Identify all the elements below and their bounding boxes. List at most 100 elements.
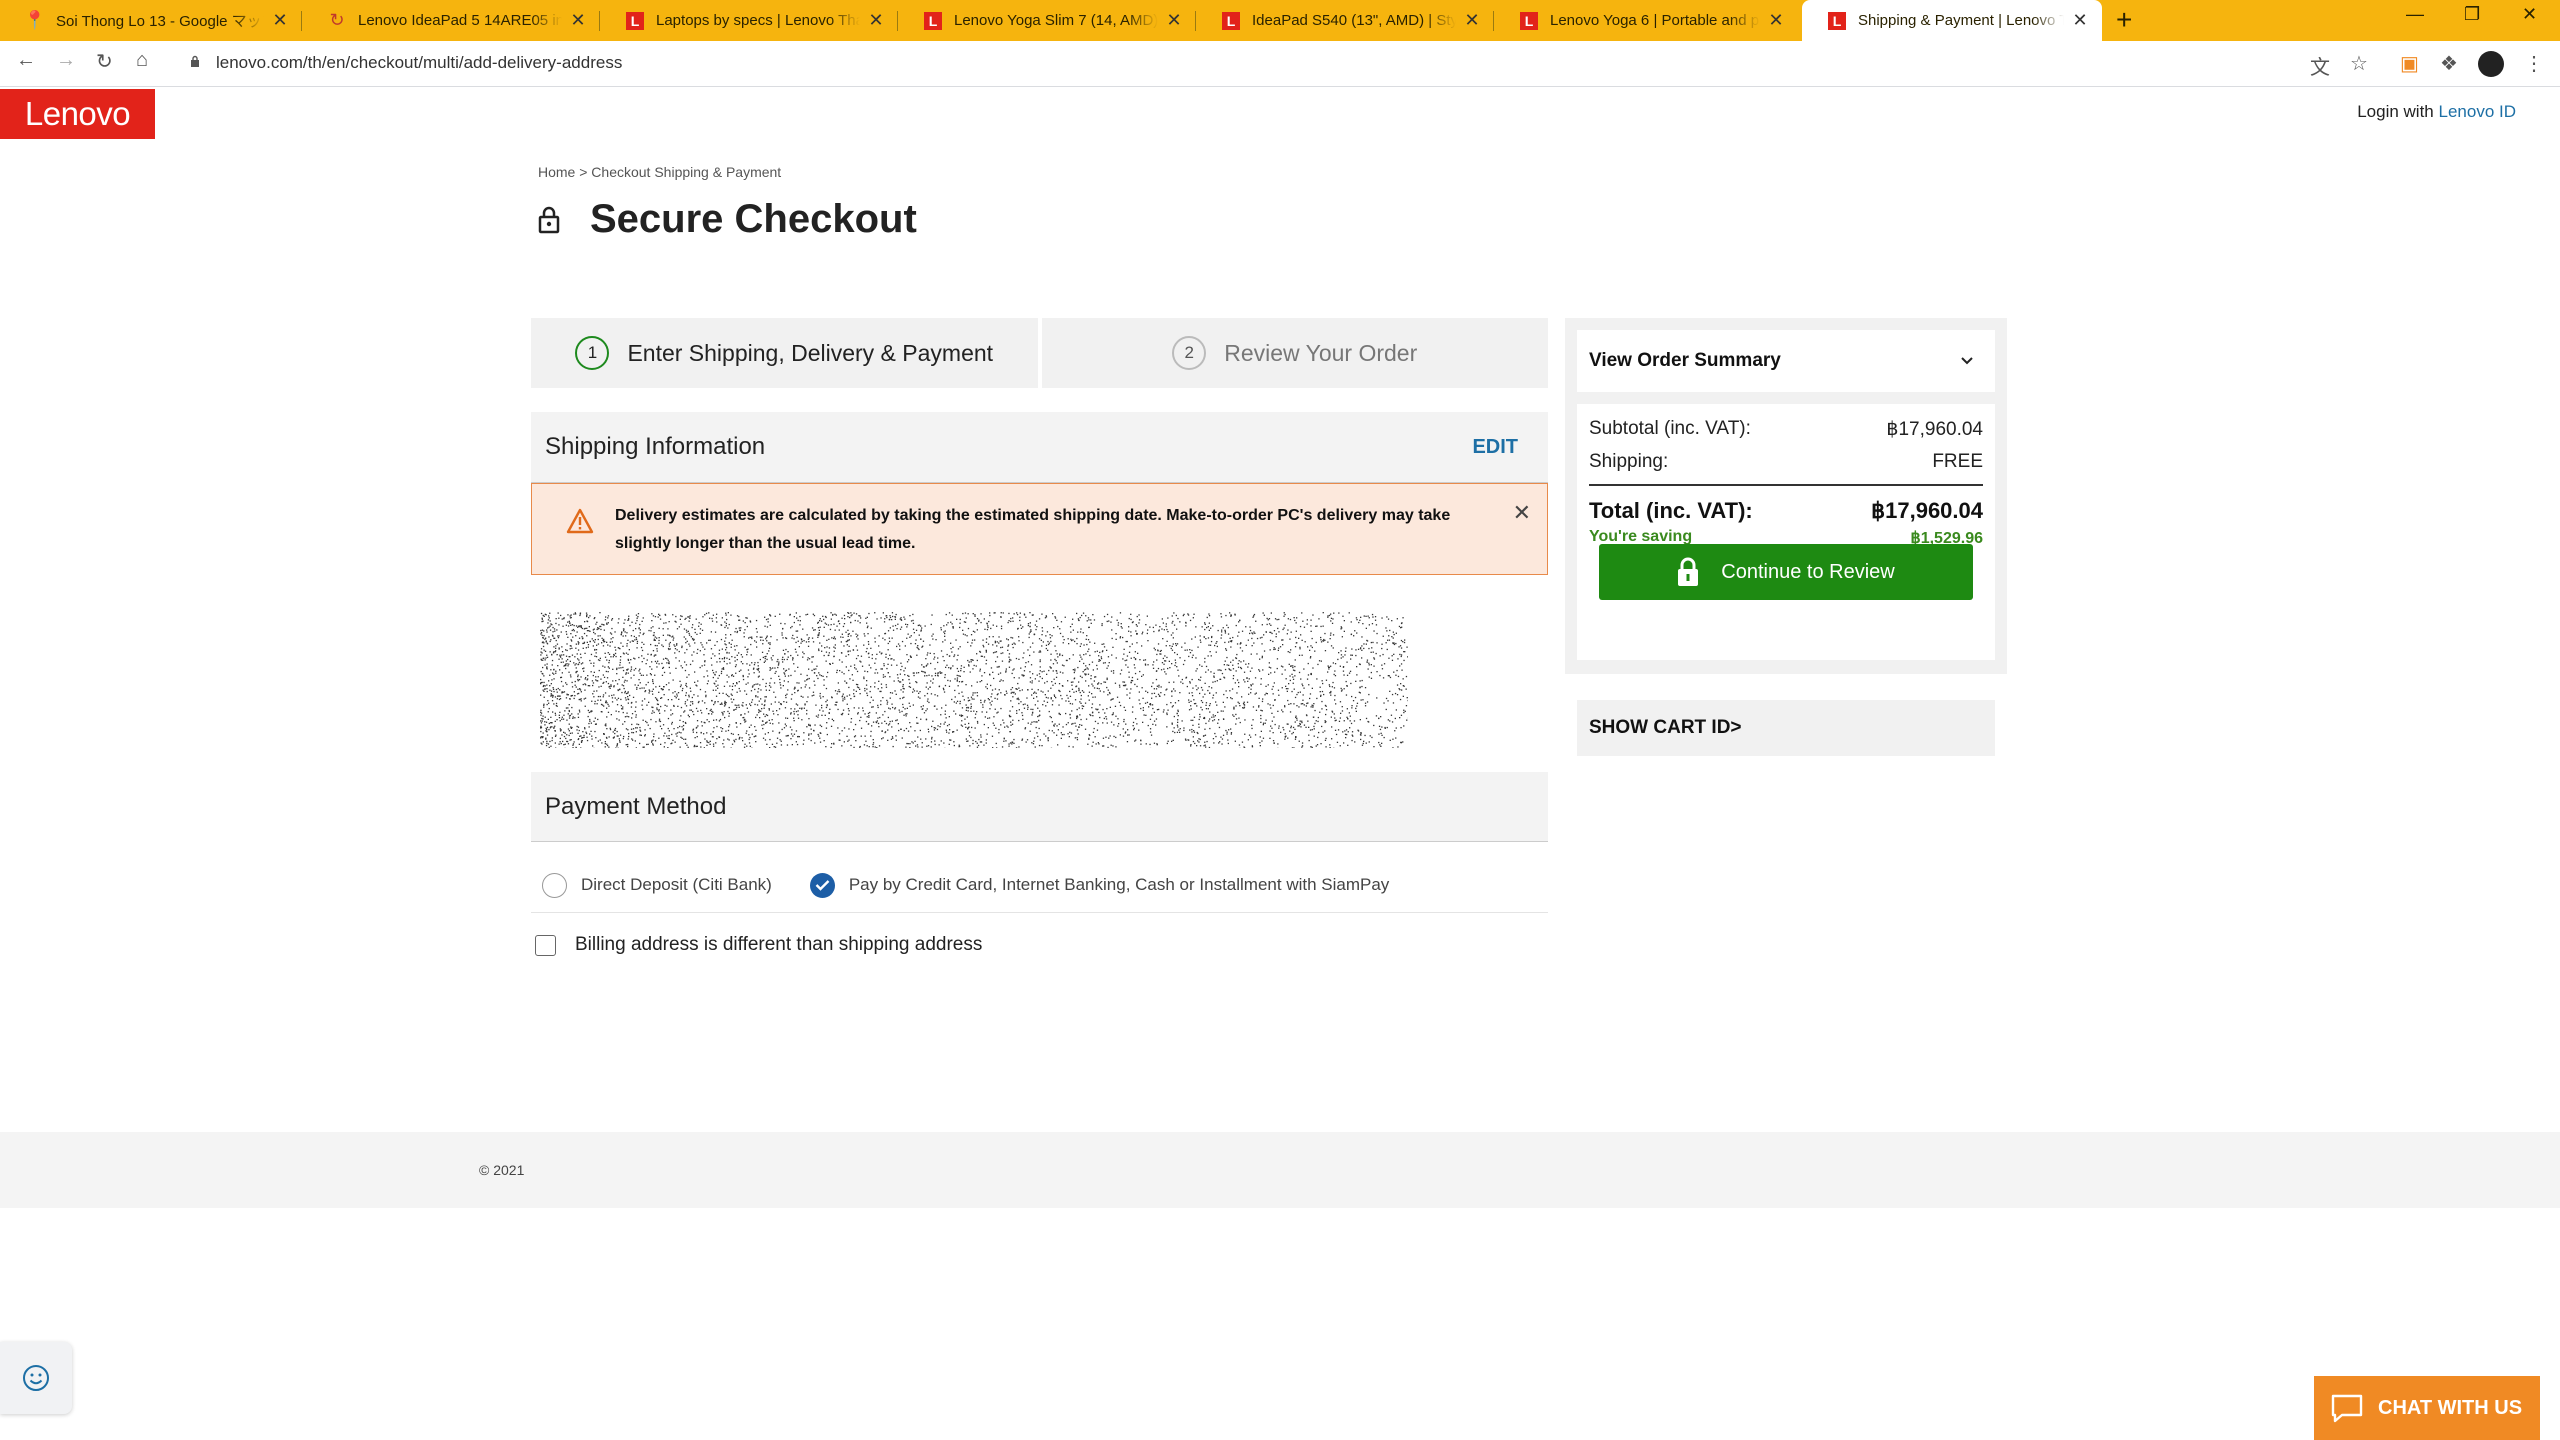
step-label: Enter Shipping, Delivery & Payment	[627, 339, 994, 366]
payment-option-direct-deposit[interactable]: Direct Deposit (Citi Bank)	[542, 872, 772, 898]
tab-title: Soi Thong Lo 13 - Google マップ	[56, 13, 264, 30]
close-tab-icon[interactable]: ✕	[1164, 10, 1184, 31]
close-tab-icon[interactable]: ✕	[866, 10, 886, 31]
rss-icon[interactable]: ▣	[2400, 51, 2419, 76]
close-tab-icon[interactable]: ✕	[1462, 10, 1482, 31]
lenovo-id-link[interactable]: Lenovo ID	[2439, 102, 2517, 121]
total-label: Total (inc. VAT):	[1589, 498, 1753, 523]
translate-icon[interactable]: 文	[2310, 51, 2330, 80]
url-field[interactable]: lenovo.com/th/en/checkout/multi/add-deli…	[216, 53, 622, 73]
smiley-icon	[23, 1365, 49, 1391]
payment-option-siampay[interactable]: Pay by Credit Card, Internet Banking, Ca…	[809, 872, 1390, 898]
billing-checkbox[interactable]	[535, 934, 556, 956]
address-bar: ← → ↻ ⌂ lenovo.com/th/en/checkout/multi/…	[0, 41, 2560, 87]
subtotal-label: Subtotal (inc. VAT):	[1589, 418, 1751, 439]
shipping-row: Shipping: FREE	[1589, 451, 1983, 473]
login-prefix: Login with	[2357, 102, 2434, 121]
step-number: 1	[575, 336, 610, 370]
browser-tab-active[interactable]: L Shipping & Payment | Lenovo Thailand ✕	[1802, 0, 2102, 41]
delivery-alert: Delivery estimates are calculated by tak…	[531, 483, 1548, 575]
radio-button[interactable]	[542, 872, 567, 898]
lenovo-logo[interactable]: Lenovo	[0, 89, 155, 139]
close-tab-icon[interactable]: ✕	[1766, 10, 1786, 31]
feedback-button[interactable]	[0, 1342, 72, 1414]
subtotal-row: Subtotal (inc. VAT): ฿17,960.04	[1589, 418, 1983, 441]
lenovo-l-icon: L	[1828, 11, 1846, 30]
forward-icon[interactable]: →	[56, 49, 76, 72]
star-icon[interactable]: ☆	[2350, 51, 2368, 76]
total-value: ฿17,960.04	[1871, 498, 1983, 523]
total-row: Total (inc. VAT): ฿17,960.04	[1589, 498, 1983, 524]
lock-icon[interactable]	[190, 55, 200, 67]
check-icon	[815, 880, 830, 891]
lenovo-l-icon: L	[924, 11, 942, 30]
edit-shipping-button[interactable]: EDIT	[1472, 436, 1518, 459]
shipping-label: Shipping:	[1589, 451, 1669, 472]
billing-different-option[interactable]: Billing address is different than shippi…	[535, 934, 982, 956]
chevron-down-icon	[1961, 357, 1973, 365]
redacted-address	[540, 612, 1408, 748]
browser-tab[interactable]: L Lenovo Yoga Slim 7 (14, AMD) | Slim ✕	[898, 0, 1196, 41]
extensions-icon[interactable]: ❖	[2440, 51, 2458, 76]
summary-body: Subtotal (inc. VAT): ฿17,960.04 Shipping…	[1577, 404, 1995, 660]
close-icon[interactable]: ✕	[1513, 500, 1531, 526]
tab-title: IdeaPad S540 (13", AMD) | Stylish	[1252, 12, 1456, 29]
back-icon[interactable]: ←	[16, 49, 36, 72]
continue-to-review-button[interactable]: Continue to Review	[1599, 544, 1973, 600]
radio-button-checked[interactable]	[809, 872, 835, 898]
restore-icon[interactable]: ❐	[2464, 4, 2480, 25]
option-label: Pay by Credit Card, Internet Banking, Ca…	[848, 875, 1390, 894]
tab-title: Lenovo Yoga 6 | Portable and powerful	[1550, 12, 1760, 29]
payment-options: Direct Deposit (Citi Bank) Pay by Credit…	[531, 858, 1548, 913]
step-label: Review Your Order	[1224, 339, 1418, 366]
login-area: Login with Lenovo ID	[2357, 102, 2516, 122]
order-summary: View Order Summary Subtotal (inc. VAT): …	[1565, 318, 2007, 674]
cta-label: Continue to Review	[1721, 560, 1895, 583]
page-title: Secure Checkout	[590, 197, 917, 241]
reload-icon[interactable]: ↻	[96, 49, 113, 74]
new-tab-icon[interactable]: +	[2116, 4, 2132, 36]
shipping-section-header: Shipping Information EDIT	[531, 412, 1548, 483]
lock-icon	[1678, 557, 1699, 586]
tab-title: Lenovo IdeaPad 5 14ARE05 in review	[358, 12, 562, 29]
step-shipping[interactable]: 1 Enter Shipping, Delivery & Payment	[531, 318, 1038, 388]
chat-label: CHAT WITH US	[2378, 1396, 2523, 1419]
breadcrumb[interactable]: Home > Checkout Shipping & Payment	[538, 164, 781, 180]
step-review[interactable]: 2 Review Your Order	[1041, 318, 1548, 388]
summary-title: View Order Summary	[1589, 350, 1781, 371]
lenovo-l-icon: L	[1222, 11, 1240, 30]
browser-tab[interactable]: 📍 Soi Thong Lo 13 - Google マップ ✕	[0, 0, 302, 41]
browser-tab[interactable]: L Laptops by specs | Lenovo Thailand ✕	[600, 0, 898, 41]
close-tab-icon[interactable]: ✕	[568, 10, 588, 31]
shipping-value: FREE	[1932, 451, 1983, 472]
profile-avatar[interactable]	[2478, 51, 2504, 77]
tab-title: Shipping & Payment | Lenovo Thailand	[1858, 12, 2064, 29]
swirl-icon: ↻	[329, 10, 345, 30]
padlock-icon	[538, 206, 560, 233]
show-cart-id-button[interactable]: SHOW CART ID>	[1577, 700, 1995, 756]
lenovo-l-icon: L	[1520, 11, 1538, 30]
tab-title: Laptops by specs | Lenovo Thailand	[656, 12, 860, 29]
minimize-icon[interactable]: —	[2406, 4, 2424, 25]
close-window-icon[interactable]: ✕	[2522, 4, 2537, 25]
browser-tab[interactable]: L Lenovo Yoga 6 | Portable and powerful …	[1494, 0, 1798, 41]
checkout-steps: 1 Enter Shipping, Delivery & Payment 2 R…	[531, 318, 1548, 388]
billing-label: Billing address is different than shippi…	[575, 934, 983, 955]
copyright: © 2021	[479, 1162, 525, 1178]
close-tab-icon[interactable]: ✕	[2070, 10, 2090, 31]
map-pin-icon: 📍	[23, 10, 47, 30]
step-number: 2	[1172, 336, 1207, 370]
home-icon[interactable]: ⌂	[136, 49, 148, 72]
close-tab-icon[interactable]: ✕	[270, 10, 290, 31]
footer: © 2021	[0, 1132, 2560, 1208]
chat-with-us-button[interactable]: CHAT WITH US	[2314, 1376, 2540, 1440]
browser-tab[interactable]: L IdeaPad S540 (13", AMD) | Stylish ✕	[1196, 0, 1494, 41]
chat-bubble-icon	[2331, 1394, 2363, 1423]
warning-icon	[566, 508, 594, 534]
view-order-summary-toggle[interactable]: View Order Summary	[1577, 330, 1995, 392]
alert-message: Delivery estimates are calculated by tak…	[615, 507, 1451, 552]
browser-tab[interactable]: ↻ Lenovo IdeaPad 5 14ARE05 in review ✕	[302, 0, 600, 41]
summary-divider	[1589, 484, 1983, 486]
lenovo-l-icon: L	[626, 11, 644, 30]
menu-icon[interactable]: ⋮	[2524, 51, 2544, 76]
